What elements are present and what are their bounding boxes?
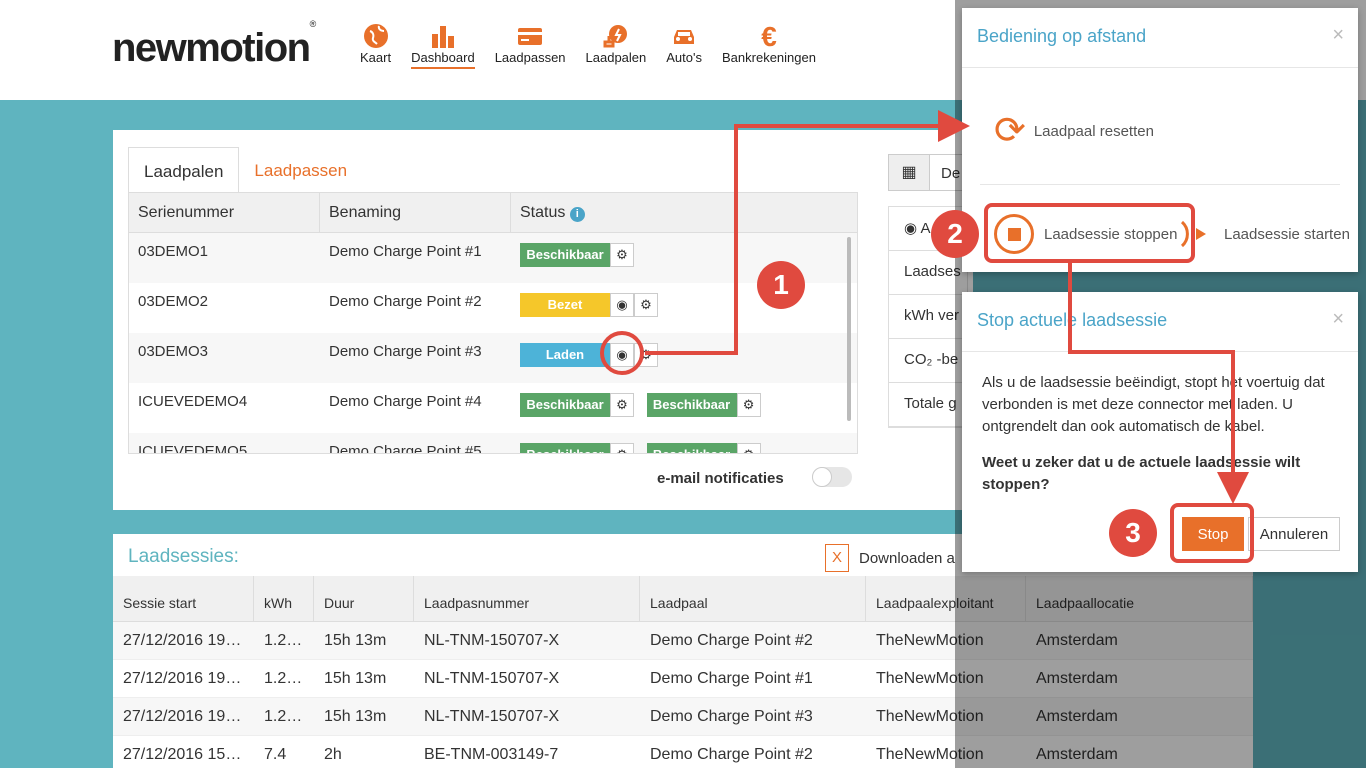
stop-button-highlight [1170, 503, 1254, 563]
annotation-1: 1 [757, 261, 805, 309]
annotation-2: 2 [931, 210, 979, 258]
annotation-3: 3 [1109, 509, 1157, 557]
annotation-arrows [645, 110, 1249, 504]
stop-highlight [984, 203, 1195, 263]
eye-highlight [600, 331, 644, 375]
